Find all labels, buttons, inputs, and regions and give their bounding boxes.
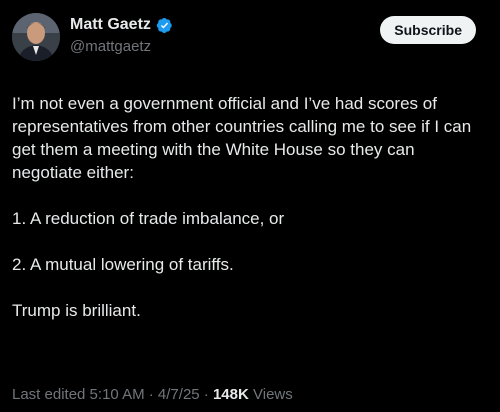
display-name[interactable]: Matt Gaetz [70,15,151,35]
post-meta: Last edited 5:10 AM · 4/7/25 · 148K View… [12,385,293,405]
post-text: I’m not even a government official and I… [12,92,482,322]
post-paragraph: Trump is brilliant. [12,301,141,320]
author-info: Matt Gaetz @mattgaetz [70,15,173,57]
meta-separator: · [203,386,209,403]
verified-badge-icon [156,17,172,33]
post-paragraph: 1. A reduction of trade imbalance, or [12,209,285,228]
post-card: Matt Gaetz @mattgaetz Subscribe I’m not … [0,0,500,412]
edited-timestamp[interactable]: Last edited 5:10 AM · 4/7/25 [12,386,200,403]
handle[interactable]: @mattgaetz [70,37,173,57]
views-count: 148K [212,386,249,403]
post-paragraph: I’m not even a government official and I… [12,94,472,182]
views-label: Views [253,386,293,403]
subscribe-button[interactable]: Subscribe [380,16,476,44]
author-name-row: Matt Gaetz [70,15,173,35]
post-paragraph: 2. A mutual lowering of tariffs. [12,255,234,274]
avatar[interactable] [12,13,60,61]
